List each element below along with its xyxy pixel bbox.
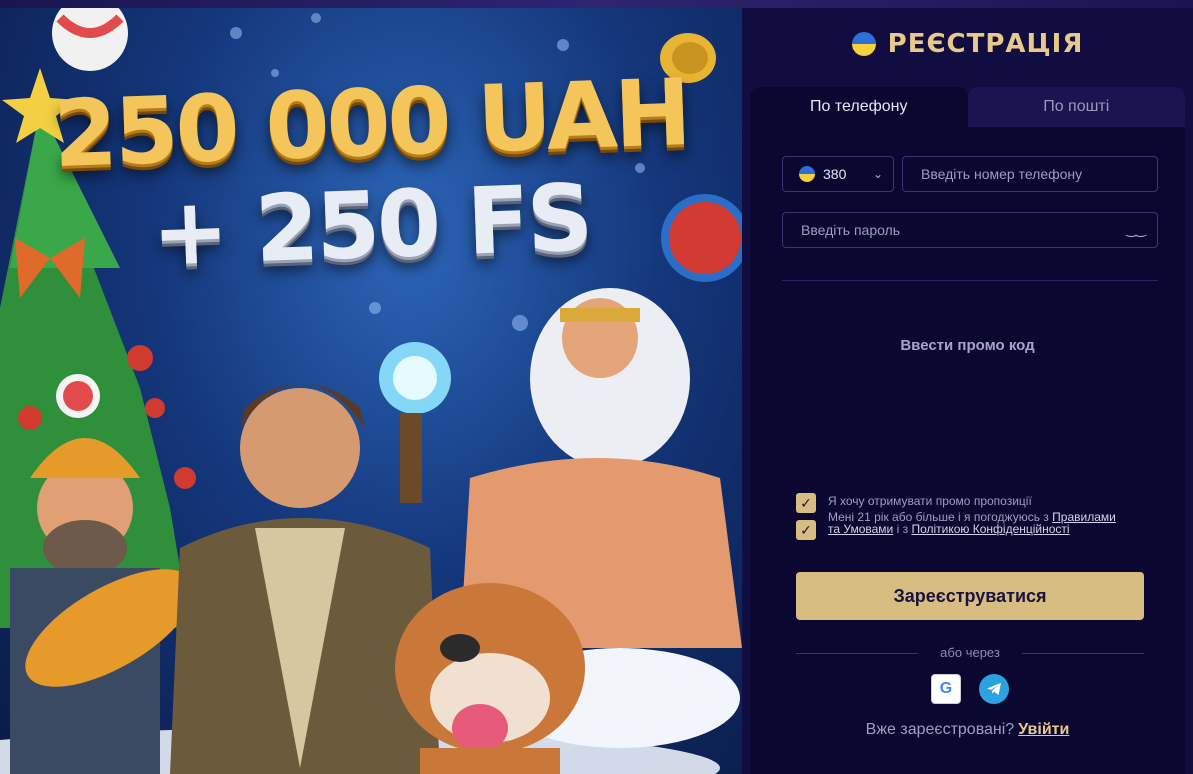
terms-consent-checkbox[interactable]: ✓ bbox=[796, 520, 816, 540]
registration-panel: РЕЄСТРАЦІЯ По телефону По пошті 380 ⌄ Вв… bbox=[742, 8, 1193, 774]
country-code-select[interactable]: 380 ⌄ bbox=[782, 156, 894, 192]
checkmark-icon: ✓ bbox=[800, 521, 812, 538]
ukraine-flag-icon bbox=[851, 32, 876, 56]
promo-code-link[interactable]: Ввести промо код bbox=[750, 337, 1185, 354]
checkmark-icon: ✓ bbox=[800, 494, 812, 511]
login-prompt: Вже зареєстровані? Увійти bbox=[750, 721, 1185, 739]
phone-placeholder: Введіть номер телефону bbox=[921, 166, 1083, 182]
tab-email[interactable]: По пошті bbox=[967, 87, 1185, 127]
password-input[interactable]: Введіть пароль ‿‿ bbox=[782, 212, 1158, 248]
top-strip bbox=[0, 0, 1193, 8]
country-code-value: 380 bbox=[823, 166, 847, 182]
page-title: РЕЄСТРАЦІЯ bbox=[887, 29, 1084, 59]
divider-left bbox=[796, 653, 918, 654]
ukraine-flag-icon bbox=[799, 166, 815, 182]
eye-closed-icon[interactable]: ‿‿ bbox=[1126, 222, 1146, 238]
google-login-button[interactable]: G bbox=[931, 674, 961, 704]
tab-phone[interactable]: По телефону bbox=[750, 87, 968, 127]
already-registered-text: Вже зареєстровані? bbox=[865, 721, 1015, 738]
divider-right bbox=[1022, 653, 1144, 654]
register-button[interactable]: Зареєструватися bbox=[796, 572, 1144, 620]
promo-banner: 250 000 UAH + 250 FS bbox=[0, 8, 742, 774]
google-icon: G bbox=[939, 680, 953, 697]
or-separator: або через bbox=[940, 645, 1000, 660]
divider bbox=[782, 280, 1158, 281]
terms-consent-label: Мені 21 рік або більше і я погоджуюсь з … bbox=[828, 511, 1128, 535]
terms-mid: і з bbox=[896, 522, 909, 536]
telegram-icon bbox=[987, 683, 1001, 695]
registration-form: 380 ⌄ Введіть номер телефону Введіть пар… bbox=[750, 127, 1185, 774]
promo-consent-checkbox[interactable]: ✓ bbox=[796, 493, 816, 513]
phone-input[interactable]: Введіть номер телефону bbox=[902, 156, 1158, 192]
telegram-login-button[interactable] bbox=[979, 674, 1009, 704]
registration-tabs: По телефону По пошті bbox=[750, 87, 1185, 127]
promo-headline: 250 000 UAH + 250 FS bbox=[0, 59, 742, 287]
privacy-link[interactable]: Політикою Конфіденційності bbox=[911, 522, 1069, 536]
bonus-amount: 250 000 UAH bbox=[51, 58, 691, 189]
login-link[interactable]: Увійти bbox=[1018, 721, 1069, 738]
registration-header: РЕЄСТРАЦІЯ bbox=[742, 26, 1193, 62]
promo-consent-label: Я хочу отримувати промо пропозиції bbox=[828, 494, 1032, 508]
password-placeholder: Введіть пароль bbox=[801, 222, 901, 238]
chevron-down-icon: ⌄ bbox=[872, 167, 883, 181]
